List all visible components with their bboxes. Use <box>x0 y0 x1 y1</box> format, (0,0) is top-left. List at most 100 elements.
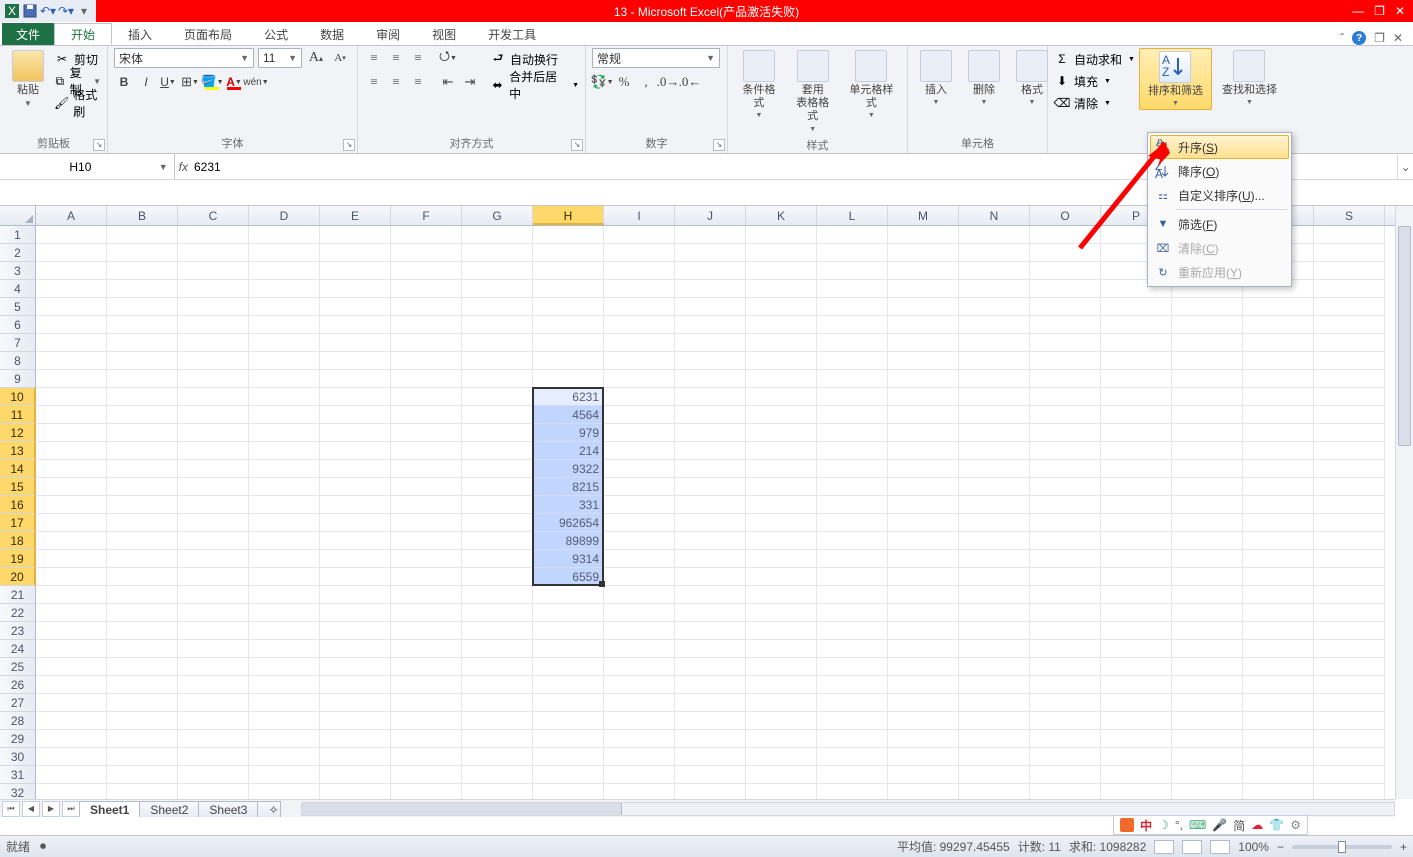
cell[interactable] <box>675 352 746 370</box>
cell[interactable] <box>320 766 391 784</box>
cell[interactable] <box>746 730 817 748</box>
cell[interactable] <box>817 478 888 496</box>
save-icon[interactable] <box>22 3 38 19</box>
cell[interactable] <box>817 370 888 388</box>
cell[interactable] <box>1101 676 1172 694</box>
cell[interactable] <box>107 658 178 676</box>
cell[interactable] <box>604 352 675 370</box>
cell[interactable] <box>675 712 746 730</box>
cell[interactable] <box>36 676 107 694</box>
cell[interactable] <box>746 622 817 640</box>
cell[interactable] <box>178 316 249 334</box>
cell[interactable] <box>320 352 391 370</box>
ime-lang-icon[interactable]: 中 <box>1140 817 1152 834</box>
cell[interactable] <box>36 388 107 406</box>
close-button[interactable]: ✕ <box>1395 4 1405 18</box>
row-header[interactable]: 6 <box>0 316 36 334</box>
row-header[interactable]: 25 <box>0 658 36 676</box>
cell[interactable] <box>675 694 746 712</box>
cell[interactable] <box>959 766 1030 784</box>
zoom-slider[interactable] <box>1292 845 1392 849</box>
cell[interactable] <box>107 676 178 694</box>
cell[interactable] <box>1314 244 1385 262</box>
cell[interactable] <box>178 784 249 799</box>
cell[interactable] <box>1030 352 1101 370</box>
cell[interactable] <box>1101 406 1172 424</box>
cell[interactable] <box>178 532 249 550</box>
cell[interactable] <box>1314 478 1385 496</box>
cell[interactable] <box>533 334 604 352</box>
cell[interactable] <box>1243 334 1314 352</box>
menu-sort-descending[interactable]: ZA 降序(O) <box>1150 159 1289 183</box>
cell[interactable] <box>1243 730 1314 748</box>
cell[interactable] <box>36 766 107 784</box>
cell[interactable] <box>675 568 746 586</box>
cell[interactable] <box>604 424 675 442</box>
cell[interactable] <box>178 406 249 424</box>
cell[interactable] <box>462 244 533 262</box>
cell[interactable] <box>533 226 604 244</box>
cell[interactable] <box>1172 676 1243 694</box>
row-header[interactable]: 28 <box>0 712 36 730</box>
cell[interactable] <box>1314 694 1385 712</box>
cell[interactable] <box>1172 298 1243 316</box>
cell[interactable] <box>36 496 107 514</box>
row-header[interactable]: 5 <box>0 298 36 316</box>
cell[interactable] <box>533 694 604 712</box>
cell[interactable] <box>1101 604 1172 622</box>
cell[interactable] <box>817 388 888 406</box>
cell[interactable] <box>107 604 178 622</box>
cell[interactable] <box>391 532 462 550</box>
cell[interactable] <box>1172 640 1243 658</box>
cell[interactable] <box>462 406 533 424</box>
cell[interactable] <box>888 424 959 442</box>
cell[interactable] <box>959 748 1030 766</box>
cell[interactable] <box>533 586 604 604</box>
cell[interactable] <box>462 730 533 748</box>
cell[interactable] <box>391 514 462 532</box>
cell[interactable] <box>249 262 320 280</box>
cell[interactable] <box>675 424 746 442</box>
cell[interactable] <box>178 550 249 568</box>
cell[interactable] <box>462 640 533 658</box>
cell[interactable] <box>249 784 320 799</box>
cell[interactable] <box>1314 712 1385 730</box>
number-format-combo[interactable]: 常规▼ <box>592 48 720 68</box>
cell[interactable] <box>1101 478 1172 496</box>
cell[interactable] <box>320 514 391 532</box>
align-middle-icon[interactable]: ≡ <box>386 48 406 68</box>
cell[interactable] <box>817 352 888 370</box>
cell[interactable] <box>675 676 746 694</box>
cell[interactable] <box>391 604 462 622</box>
cell[interactable] <box>959 604 1030 622</box>
cell[interactable] <box>675 478 746 496</box>
cell[interactable] <box>462 604 533 622</box>
cell[interactable] <box>462 676 533 694</box>
cell[interactable] <box>888 442 959 460</box>
cell[interactable] <box>888 388 959 406</box>
cell[interactable] <box>888 730 959 748</box>
cell[interactable] <box>675 388 746 406</box>
cell[interactable] <box>1172 496 1243 514</box>
cell[interactable] <box>604 622 675 640</box>
cell[interactable] <box>178 640 249 658</box>
cell[interactable] <box>462 658 533 676</box>
cell-styles-button[interactable]: 单元格样式▼ <box>842 48 901 121</box>
cell[interactable] <box>178 748 249 766</box>
cell[interactable] <box>107 748 178 766</box>
cell[interactable] <box>817 622 888 640</box>
cell[interactable] <box>604 460 675 478</box>
cell[interactable] <box>320 244 391 262</box>
tab-插入[interactable]: 插入 <box>112 23 168 45</box>
merge-center-button[interactable]: ⬌合并后居中▼ <box>490 74 579 96</box>
cell[interactable] <box>36 226 107 244</box>
cell[interactable] <box>1030 298 1101 316</box>
menu-filter[interactable]: ▼ 筛选(F) <box>1150 212 1289 236</box>
cell[interactable] <box>391 694 462 712</box>
cell[interactable] <box>533 298 604 316</box>
cell[interactable] <box>462 748 533 766</box>
cell[interactable] <box>888 676 959 694</box>
column-header[interactable]: L <box>817 206 888 225</box>
cell[interactable] <box>249 622 320 640</box>
cell[interactable] <box>604 388 675 406</box>
